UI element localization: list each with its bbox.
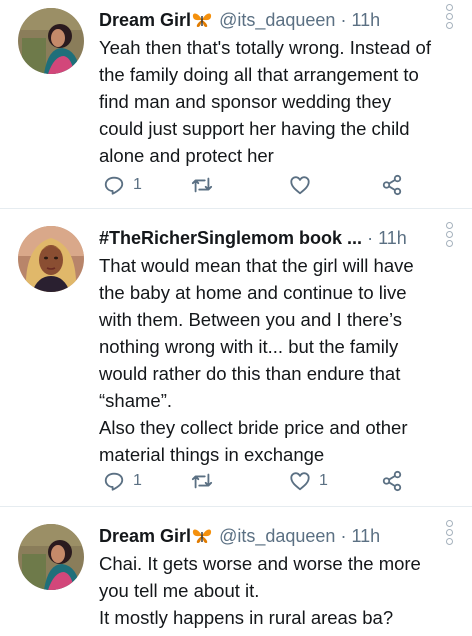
timestamp[interactable]: 11h — [378, 228, 407, 248]
retweet-button[interactable] — [191, 468, 213, 494]
tweet-text-line: with them. Between you and I there’s — [99, 309, 403, 330]
like-button[interactable]: 1 — [289, 468, 328, 494]
separator-dot: · — [367, 228, 374, 248]
avatar[interactable] — [18, 8, 84, 74]
tweet-actions: 1 — [103, 172, 433, 198]
tweet-header: Dream Girl @its_daqueen · 11h — [99, 6, 440, 34]
tweet-text-line: nothing wrong with it... but the family — [99, 336, 399, 357]
tweet-text-line: alone and protect her — [99, 145, 274, 166]
reply-count: 1 — [133, 176, 142, 193]
tweet-text: Yeah then that's totally wrong. Instead … — [99, 34, 464, 169]
tweet-text-line: material things in exchange — [99, 444, 325, 465]
author-name[interactable]: Dream Girl — [99, 10, 191, 30]
author-name[interactable]: #TheRicherSinglemom book ... — [99, 228, 362, 248]
author-handle[interactable]: @its_daqueen — [219, 10, 335, 30]
tweet-text-line: could just support her having the child — [99, 118, 410, 139]
tweet[interactable]: Dream Girl @its_daqueen · 11h Yeah then … — [0, 0, 472, 200]
share-button[interactable] — [381, 172, 403, 198]
tweet-text: Chai. It gets worse and worse the more y… — [99, 550, 464, 631]
retweet-icon — [191, 177, 213, 193]
separator-dot: · — [340, 526, 347, 546]
author-handle[interactable]: @its_daqueen — [219, 526, 335, 546]
share-icon — [382, 470, 402, 492]
reply-button[interactable]: 1 — [103, 172, 142, 198]
reply-count: 1 — [133, 472, 142, 489]
tweet-text-line: find man and sponsor wedding they — [99, 91, 392, 112]
more-options-icon[interactable] — [446, 222, 454, 247]
avatar[interactable] — [18, 524, 84, 590]
retweet-button[interactable] — [191, 172, 213, 198]
tweet-text-line: Also they collect bride price and other — [99, 417, 408, 438]
tweet[interactable]: Dream Girl @its_daqueen · 11h Chai. It g… — [0, 516, 472, 636]
tweet-text-line: “shame”. — [99, 390, 172, 411]
tweet[interactable]: #TheRicherSinglemom book ... · 11h That … — [0, 218, 472, 500]
tweet-text-line: the baby at home and continue to live — [99, 282, 407, 303]
reply-button[interactable]: 1 — [103, 468, 142, 494]
reply-icon — [104, 176, 124, 195]
tweet-text-line: Chai. It gets worse and worse the more — [99, 553, 421, 574]
timestamp[interactable]: 11h — [351, 526, 380, 546]
retweet-icon — [191, 473, 213, 489]
tweet-actions: 1 1 — [103, 468, 433, 494]
author-name[interactable]: Dream Girl — [99, 526, 191, 546]
more-options-icon[interactable] — [446, 4, 454, 29]
more-options-icon[interactable] — [446, 520, 454, 545]
tweet-header: #TheRicherSinglemom book ... · 11h — [99, 224, 440, 252]
avatar[interactable] — [18, 226, 84, 292]
timestamp[interactable]: 11h — [351, 10, 380, 30]
reply-icon — [104, 472, 124, 491]
share-button[interactable] — [381, 468, 403, 494]
tweet-header: Dream Girl @its_daqueen · 11h — [99, 522, 440, 550]
tweet-text-line: would rather do this than endure that — [99, 363, 401, 384]
tweet-text-line: you tell me about it. — [99, 580, 260, 601]
like-count: 1 — [319, 472, 328, 489]
tweet-text-line: Yeah then that's totally wrong. Instead … — [99, 37, 431, 58]
heart-icon — [290, 472, 310, 491]
share-icon — [382, 174, 402, 196]
like-button[interactable] — [289, 172, 311, 198]
tweet-text-line: the family doing all that arrangement to — [99, 64, 419, 85]
separator-dot: · — [340, 10, 347, 30]
tweet-text: That would mean that the girl will have … — [99, 252, 464, 468]
heart-icon — [290, 176, 310, 195]
tweet-text-line: That would mean that the girl will have — [99, 255, 414, 276]
butterfly-icon — [192, 13, 212, 27]
divider — [0, 506, 472, 507]
tweet-text-line: It mostly happens in rural areas ba? — [99, 607, 394, 628]
divider — [0, 208, 472, 209]
butterfly-icon — [192, 529, 212, 543]
